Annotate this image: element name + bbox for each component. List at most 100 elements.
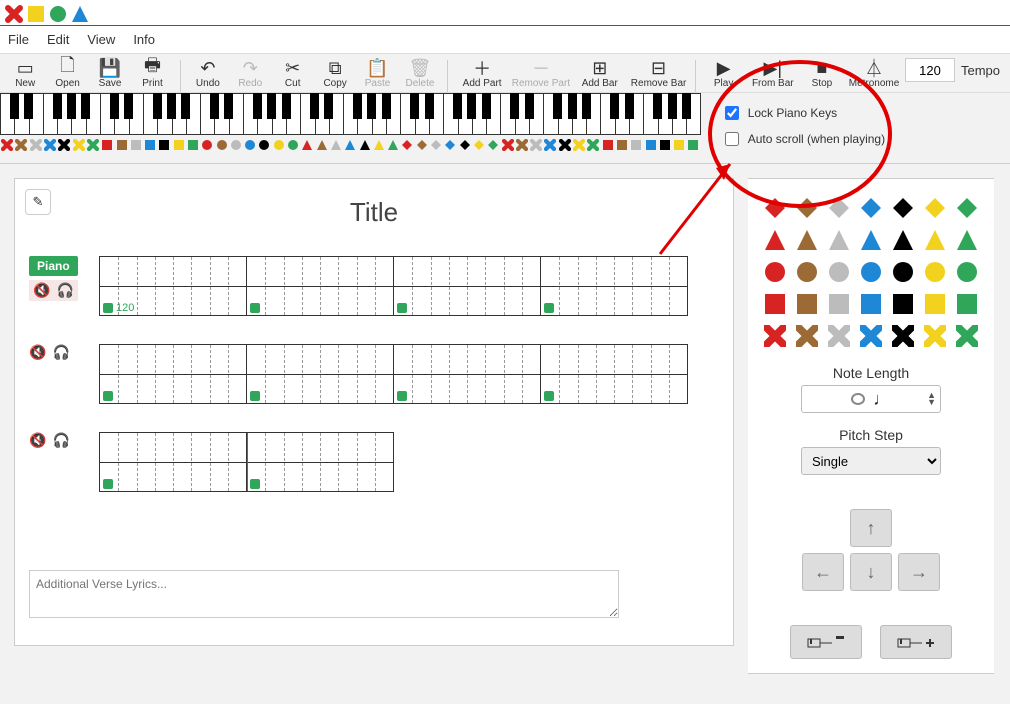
arrow-right-button[interactable]: → — [898, 553, 940, 591]
palette-circle[interactable] — [888, 257, 918, 287]
headphones-icon[interactable]: 🎧 — [56, 282, 73, 299]
key-shape-circle[interactable] — [243, 139, 257, 151]
palette-square[interactable] — [888, 289, 918, 319]
palette-x[interactable] — [760, 321, 790, 351]
edit-title-button[interactable]: ✎ — [25, 189, 51, 215]
key-shape-diamond[interactable] — [429, 139, 443, 151]
add-bar-button[interactable]: ⊞Add Bar — [572, 58, 628, 94]
add-part-button[interactable]: ＋Add Part — [454, 58, 510, 94]
palette-triangle[interactable] — [824, 225, 854, 255]
palette-square[interactable] — [920, 289, 950, 319]
palette-circle[interactable] — [792, 257, 822, 287]
key-shape-x[interactable] — [71, 139, 85, 151]
palette-circle[interactable] — [824, 257, 854, 287]
key-shape-x[interactable] — [0, 139, 14, 151]
key-shape-square[interactable] — [129, 139, 143, 151]
key-shape-square[interactable] — [114, 139, 128, 151]
black-key[interactable] — [210, 93, 219, 119]
key-shape-x[interactable] — [57, 139, 71, 151]
key-shape-square[interactable] — [600, 139, 614, 151]
black-key[interactable] — [110, 93, 119, 119]
menu-file[interactable]: File — [8, 32, 29, 47]
key-shape-diamond[interactable] — [458, 139, 472, 151]
black-key[interactable] — [482, 93, 491, 119]
key-shape-square[interactable] — [186, 139, 200, 151]
black-key[interactable] — [24, 93, 33, 119]
score-title[interactable]: Title — [29, 197, 719, 228]
palette-square[interactable] — [760, 289, 790, 319]
palette-square[interactable] — [856, 289, 886, 319]
arrow-up-button[interactable]: ↑ — [850, 509, 892, 547]
palette-diamond[interactable] — [920, 193, 950, 223]
key-shape-triangle[interactable] — [300, 139, 314, 151]
mute-icon[interactable]: 🔇 — [33, 282, 50, 299]
black-key[interactable] — [453, 93, 462, 119]
redo-button[interactable]: ↷Redo — [229, 58, 271, 94]
black-key[interactable] — [382, 93, 391, 119]
palette-triangle[interactable] — [792, 225, 822, 255]
undo-button[interactable]: ↶Undo — [187, 58, 229, 94]
stop-button[interactable]: ■Stop — [801, 58, 843, 94]
black-key[interactable] — [181, 93, 190, 119]
palette-diamond[interactable] — [856, 193, 886, 223]
copy-button[interactable]: ⧉Copy — [314, 58, 356, 94]
key-shape-square[interactable] — [615, 139, 629, 151]
key-shape-x[interactable] — [543, 139, 557, 151]
black-key[interactable] — [267, 93, 276, 119]
palette-diamond[interactable] — [760, 193, 790, 223]
pitch-step-select[interactable]: Single — [801, 447, 941, 475]
black-key[interactable] — [310, 93, 319, 119]
cut-button[interactable]: ✂Cut — [272, 58, 314, 94]
octave-up-button[interactable] — [880, 625, 952, 659]
palette-triangle[interactable] — [760, 225, 790, 255]
key-shape-x[interactable] — [14, 139, 28, 151]
from-bar-button[interactable]: ▶|From Bar — [745, 58, 801, 94]
palette-triangle[interactable] — [856, 225, 886, 255]
arrow-down-button[interactable]: ↓ — [850, 553, 892, 591]
bar[interactable] — [246, 256, 394, 316]
palette-x[interactable] — [792, 321, 822, 351]
key-shape-triangle[interactable] — [329, 139, 343, 151]
key-shape-diamond[interactable] — [486, 139, 500, 151]
arrow-left-button[interactable]: ← — [802, 553, 844, 591]
key-shape-square[interactable] — [100, 139, 114, 151]
lyrics-textarea[interactable] — [29, 570, 619, 618]
key-shape-square[interactable] — [143, 139, 157, 151]
bar[interactable] — [540, 256, 688, 316]
bar[interactable] — [246, 344, 394, 404]
piano-keyboard[interactable] — [0, 93, 701, 157]
menu-view[interactable]: View — [87, 32, 115, 47]
key-shape-x[interactable] — [86, 139, 100, 151]
palette-circle[interactable] — [952, 257, 982, 287]
palette-x[interactable] — [856, 321, 886, 351]
black-key[interactable] — [282, 93, 291, 119]
black-key[interactable] — [625, 93, 634, 119]
bar[interactable]: 120 — [99, 256, 247, 316]
key-shape-square[interactable] — [658, 139, 672, 151]
mute-icon[interactable]: 🔇 — [29, 344, 46, 361]
palette-diamond[interactable] — [888, 193, 918, 223]
palette-x[interactable] — [824, 321, 854, 351]
palette-square[interactable] — [824, 289, 854, 319]
key-shape-diamond[interactable] — [443, 139, 457, 151]
remove-part-button[interactable]: －Remove Part — [510, 58, 572, 94]
key-shape-circle[interactable] — [286, 139, 300, 151]
palette-triangle[interactable] — [952, 225, 982, 255]
palette-diamond[interactable] — [792, 193, 822, 223]
key-shape-circle[interactable] — [257, 139, 271, 151]
palette-circle[interactable] — [856, 257, 886, 287]
black-key[interactable] — [353, 93, 362, 119]
black-key[interactable] — [568, 93, 577, 119]
print-button[interactable]: 🖶Print — [131, 58, 173, 94]
key-shape-circle[interactable] — [229, 139, 243, 151]
key-shape-triangle[interactable] — [315, 139, 329, 151]
key-shape-x[interactable] — [586, 139, 600, 151]
bar[interactable] — [393, 256, 541, 316]
octave-down-button[interactable] — [790, 625, 862, 659]
key-shape-diamond[interactable] — [472, 139, 486, 151]
key-shape-circle[interactable] — [272, 139, 286, 151]
palette-x[interactable] — [920, 321, 950, 351]
black-key[interactable] — [467, 93, 476, 119]
palette-circle[interactable] — [920, 257, 950, 287]
bar[interactable] — [246, 432, 394, 492]
